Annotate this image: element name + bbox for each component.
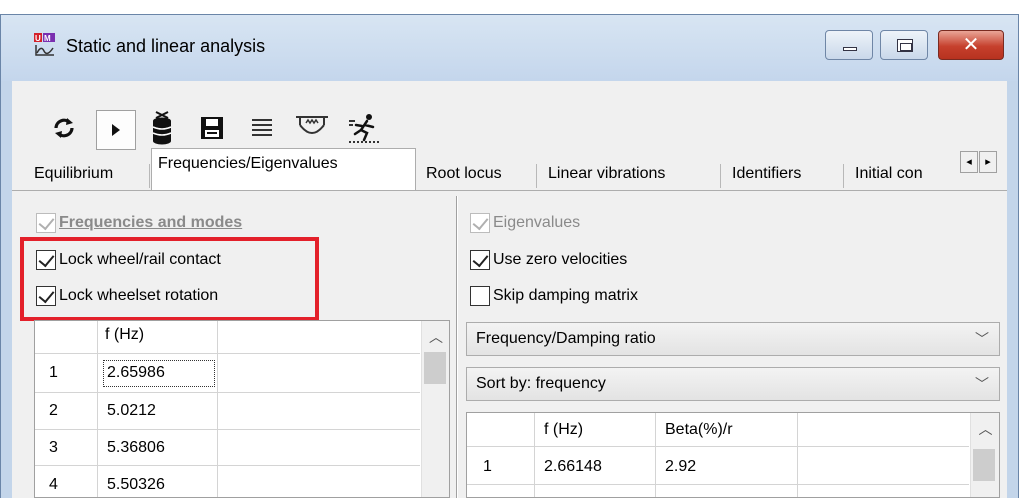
- save-button[interactable]: [194, 110, 230, 146]
- svg-text:U: U: [35, 34, 41, 43]
- grid-row-index: 2: [49, 402, 58, 419]
- eigenvalues-label: Eigenvalues: [493, 214, 581, 231]
- checkbox-box: [470, 213, 490, 233]
- grid-column-header-frequency[interactable]: f (Hz): [544, 413, 583, 446]
- maximize-button[interactable]: [880, 30, 928, 60]
- eigenvalues-grid[interactable]: f (Hz) Beta(%)/r 1 2.66148 2.92 ︿: [466, 412, 1000, 498]
- frequencies-and-modes-label: Frequencies and modes: [59, 214, 243, 231]
- minimize-icon: [843, 47, 857, 51]
- sort-by-dropdown[interactable]: Sort by: frequency ﹀: [466, 367, 1000, 401]
- grid-line: [797, 413, 798, 497]
- grid-line: [35, 353, 420, 354]
- grid-cell-frequency[interactable]: 5.50326: [107, 468, 165, 497]
- use-zero-velocities-label: Use zero velocities: [493, 251, 628, 268]
- grid-line: [467, 446, 969, 447]
- chevron-right-icon: ▸: [985, 156, 991, 168]
- scroll-up-icon[interactable]: ︿: [422, 327, 449, 347]
- use-zero-velocities-checkbox[interactable]: Use zero velocities: [470, 247, 627, 273]
- grid-row-index: 4: [49, 476, 58, 493]
- grid-cell-frequency[interactable]: 2.66148: [544, 450, 602, 483]
- scroll-up-icon[interactable]: ︿: [971, 419, 999, 439]
- list-button[interactable]: [244, 110, 280, 146]
- tab-linear-vibrations[interactable]: Linear vibrations: [542, 160, 671, 190]
- scrollbar-thumb[interactable]: [973, 449, 995, 481]
- svg-text:M: M: [44, 34, 51, 43]
- skip-damping-matrix-checkbox[interactable]: Skip damping matrix: [470, 283, 638, 309]
- grid-line: [97, 321, 98, 497]
- grid-line: [35, 392, 420, 393]
- save-icon: [201, 117, 223, 139]
- grid-column-header[interactable]: f (Hz): [105, 321, 144, 351]
- sort-by-value: Sort by: frequency: [476, 375, 606, 392]
- refresh-button[interactable]: [46, 110, 82, 146]
- grid-column-header-beta[interactable]: Beta(%)/r: [665, 413, 733, 446]
- tab-scroll-right-button[interactable]: ▸: [979, 151, 997, 173]
- window-title: Static and linear analysis: [66, 36, 266, 56]
- tab-identifiers[interactable]: Identifiers: [726, 160, 807, 190]
- tab-frequencies-eigenvalues[interactable]: Frequencies/Eigenvalues: [151, 148, 416, 190]
- application-window: U M Static and linear analysis ✕ Equilib…: [0, 0, 1019, 498]
- desktop-background: [0, 0, 1019, 14]
- grid-cell-beta[interactable]: 2.92: [665, 450, 696, 483]
- grid-line: [35, 465, 420, 466]
- minimize-button[interactable]: [825, 30, 873, 60]
- frequencies-grid[interactable]: f (Hz) 1 2.65986 2 5.0212 3 5.36806 4 5.…: [34, 320, 450, 498]
- close-button[interactable]: ✕: [938, 30, 1004, 60]
- tab-separator: [149, 164, 150, 188]
- grid-cell-frequency[interactable]: 2.65986: [107, 356, 165, 389]
- grid-cell-frequency[interactable]: 5.36806: [107, 431, 165, 464]
- window-border-left: [0, 14, 1, 498]
- tab-equilibrium[interactable]: Equilibrium: [28, 160, 119, 190]
- highlight-box: [20, 237, 319, 321]
- refresh-icon: [54, 118, 74, 138]
- app-logo-icon: U M: [34, 33, 56, 57]
- grid-line: [467, 484, 969, 485]
- chevron-left-icon: ◂: [966, 156, 972, 168]
- display-mode-dropdown[interactable]: Frequency/Damping ratio ﹀: [466, 322, 1000, 356]
- frequencies-grid-scrollbar[interactable]: ︿: [421, 321, 449, 497]
- grid-cell-frequency[interactable]: 5.0212: [107, 394, 156, 427]
- grid-row-index: 1: [49, 364, 58, 381]
- chevron-down-icon: ﹀: [975, 376, 989, 392]
- tab-separator: [720, 164, 721, 188]
- tab-separator: [843, 164, 844, 188]
- checkbox-box: [36, 213, 56, 233]
- grid-row-index: 1: [483, 458, 492, 475]
- suspension-button[interactable]: [294, 110, 330, 146]
- chevron-down-icon: ﹀: [975, 331, 989, 347]
- suspension-icon: [296, 116, 328, 134]
- tab-root-locus[interactable]: Root locus: [420, 160, 508, 190]
- grid-line: [35, 429, 420, 430]
- animation-runner-icon: [349, 114, 379, 143]
- run-icon: [112, 124, 120, 136]
- display-mode-value: Frequency/Damping ratio: [476, 330, 656, 347]
- skip-damping-matrix-label: Skip damping matrix: [493, 287, 638, 304]
- close-icon: ✕: [962, 34, 980, 56]
- grid-line: [217, 321, 218, 497]
- grid-row-index: 3: [49, 439, 58, 456]
- list-icon: [252, 119, 272, 136]
- animation-runner-button[interactable]: [346, 110, 382, 146]
- checkbox-box: [470, 286, 490, 306]
- panel-divider: [456, 196, 458, 498]
- eigenvalues-grid-scrollbar[interactable]: ︿: [970, 413, 999, 497]
- eigenvalues-checkbox[interactable]: Eigenvalues: [470, 210, 580, 236]
- tab-scroll-left-button[interactable]: ◂: [960, 151, 978, 173]
- tab-separator: [536, 164, 537, 188]
- grid-line: [534, 413, 535, 497]
- checkbox-box: [470, 250, 490, 270]
- frequencies-and-modes-checkbox[interactable]: Frequencies and modes: [36, 210, 242, 236]
- maximize-icon: [897, 39, 913, 52]
- clear-database-icon: [152, 111, 172, 145]
- tab-initial-conditions[interactable]: Initial con: [849, 160, 959, 190]
- grid-line: [655, 413, 656, 497]
- clear-database-button[interactable]: [144, 110, 180, 146]
- scrollbar-thumb[interactable]: [424, 352, 446, 384]
